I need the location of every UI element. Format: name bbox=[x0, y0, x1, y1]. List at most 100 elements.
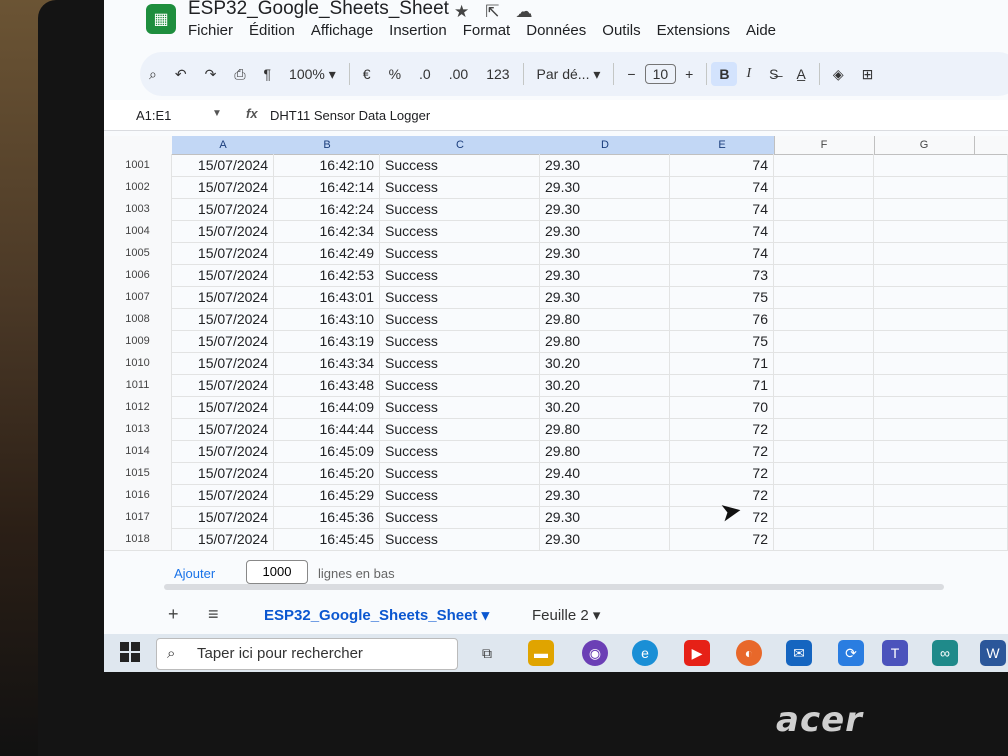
cell-status[interactable]: Success bbox=[380, 330, 540, 352]
cell-empty[interactable] bbox=[874, 176, 1008, 198]
column-header-a[interactable]: A bbox=[172, 136, 275, 154]
row-number[interactable]: 1008 bbox=[104, 308, 172, 330]
redo-icon[interactable]: ↷ bbox=[196, 66, 226, 83]
youtube-icon[interactable]: ▶ bbox=[684, 640, 710, 666]
cell-status[interactable]: Success bbox=[380, 374, 540, 396]
cell-humidity[interactable]: 76 bbox=[670, 308, 774, 330]
cell-status[interactable]: Success bbox=[380, 352, 540, 374]
cell-empty[interactable] bbox=[874, 330, 1008, 352]
menu-fichier[interactable]: Fichier bbox=[188, 22, 233, 39]
name-box[interactable]: A1:E1 bbox=[136, 108, 171, 123]
firefox-icon[interactable]: ◐ bbox=[736, 640, 762, 666]
cell-temperature[interactable]: 29.30 bbox=[540, 220, 670, 242]
zoom-select[interactable]: 100% ▾ bbox=[280, 66, 345, 83]
cell-empty[interactable] bbox=[874, 264, 1008, 286]
cell-date[interactable]: 15/07/2024 bbox=[172, 330, 274, 352]
menu-format[interactable]: Format bbox=[463, 22, 511, 39]
move-folder-icon[interactable]: ⇱ bbox=[485, 2, 499, 22]
font-size-decrease-button[interactable]: − bbox=[618, 66, 644, 82]
cell-time[interactable]: 16:42:14 bbox=[274, 176, 380, 198]
cell-empty[interactable] bbox=[874, 374, 1008, 396]
search-menus-icon[interactable]: ⌕ bbox=[140, 66, 166, 83]
row-number[interactable]: 1017 bbox=[104, 506, 172, 528]
cell-time[interactable]: 16:42:24 bbox=[274, 198, 380, 220]
tab-feuille-2[interactable]: Feuille 2 ▾ bbox=[532, 606, 600, 624]
chevron-down-icon[interactable]: ▼ bbox=[212, 108, 222, 119]
cell-humidity[interactable]: 71 bbox=[670, 352, 774, 374]
cell-status[interactable]: Success bbox=[380, 198, 540, 220]
cell-temperature[interactable]: 29.30 bbox=[540, 506, 670, 528]
row-number[interactable]: 1009 bbox=[104, 330, 172, 352]
cell-status[interactable]: Success bbox=[380, 440, 540, 462]
cell-temperature[interactable]: 29.80 bbox=[540, 330, 670, 352]
cell-status[interactable]: Success bbox=[380, 154, 540, 176]
cell-temperature[interactable]: 29.40 bbox=[540, 462, 670, 484]
row-number[interactable]: 1002 bbox=[104, 176, 172, 198]
percent-button[interactable]: % bbox=[380, 66, 410, 82]
cell-status[interactable]: Success bbox=[380, 396, 540, 418]
formula-input[interactable]: DHT11 Sensor Data Logger bbox=[270, 108, 430, 123]
cell-date[interactable]: 15/07/2024 bbox=[172, 308, 274, 330]
cell-date[interactable]: 15/07/2024 bbox=[172, 440, 274, 462]
cell-time[interactable]: 16:43:34 bbox=[274, 352, 380, 374]
cell-status[interactable]: Success bbox=[380, 176, 540, 198]
add-rows-count-input[interactable]: 1000 bbox=[246, 560, 308, 584]
row-number[interactable]: 1015 bbox=[104, 462, 172, 484]
cell-time[interactable]: 16:45:36 bbox=[274, 506, 380, 528]
cell-empty[interactable] bbox=[874, 506, 1008, 528]
cell-status[interactable]: Success bbox=[380, 462, 540, 484]
cell-status[interactable]: Success bbox=[380, 506, 540, 528]
cell-empty[interactable] bbox=[774, 286, 874, 308]
cell-date[interactable]: 15/07/2024 bbox=[172, 220, 274, 242]
cell-humidity[interactable]: 74 bbox=[670, 220, 774, 242]
cell-empty[interactable] bbox=[874, 462, 1008, 484]
cell-empty[interactable] bbox=[874, 484, 1008, 506]
cell-temperature[interactable]: 29.80 bbox=[540, 440, 670, 462]
cell-humidity[interactable]: 72 bbox=[670, 462, 774, 484]
horizontal-scrollbar[interactable] bbox=[164, 584, 944, 590]
cell-temperature[interactable]: 29.30 bbox=[540, 176, 670, 198]
cell-temperature[interactable]: 29.30 bbox=[540, 198, 670, 220]
cell-status[interactable]: Success bbox=[380, 418, 540, 440]
cell-date[interactable]: 15/07/2024 bbox=[172, 506, 274, 528]
all-sheets-icon[interactable]: ≡ bbox=[208, 604, 219, 625]
cell-temperature[interactable]: 29.30 bbox=[540, 528, 670, 550]
cell-empty[interactable] bbox=[874, 198, 1008, 220]
cell-empty[interactable] bbox=[774, 440, 874, 462]
cell-date[interactable]: 15/07/2024 bbox=[172, 198, 274, 220]
paint-format-icon[interactable]: ¶ bbox=[255, 66, 281, 82]
cell-date[interactable]: 15/07/2024 bbox=[172, 418, 274, 440]
font-size-input[interactable]: 10 bbox=[644, 64, 677, 84]
bold-button[interactable]: B bbox=[711, 62, 738, 86]
cell-date[interactable]: 15/07/2024 bbox=[172, 528, 274, 550]
cell-temperature[interactable]: 29.80 bbox=[540, 418, 670, 440]
cell-date[interactable]: 15/07/2024 bbox=[172, 374, 274, 396]
cell-time[interactable]: 16:42:10 bbox=[274, 154, 380, 176]
cell-time[interactable]: 16:43:48 bbox=[274, 374, 380, 396]
sync-app-icon[interactable]: ⟳ bbox=[838, 640, 864, 666]
cell-date[interactable]: 15/07/2024 bbox=[172, 396, 274, 418]
font-select[interactable]: Par dé... ▾ bbox=[528, 66, 610, 83]
cell-empty[interactable] bbox=[774, 396, 874, 418]
cell-time[interactable]: 16:43:01 bbox=[274, 286, 380, 308]
tab-esp32-sheet[interactable]: ESP32_Google_Sheets_Sheet ▾ bbox=[264, 606, 489, 624]
column-header-f[interactable]: F bbox=[774, 136, 875, 154]
cell-empty[interactable] bbox=[774, 462, 874, 484]
add-sheet-icon[interactable]: + bbox=[168, 604, 179, 625]
column-header-c[interactable]: C bbox=[380, 136, 541, 154]
row-number[interactable]: 1014 bbox=[104, 440, 172, 462]
cell-humidity[interactable]: 75 bbox=[670, 330, 774, 352]
cell-date[interactable]: 15/07/2024 bbox=[172, 286, 274, 308]
cell-temperature[interactable]: 29.80 bbox=[540, 308, 670, 330]
cell-temperature[interactable]: 30.20 bbox=[540, 374, 670, 396]
cell-time[interactable]: 16:45:29 bbox=[274, 484, 380, 506]
cell-empty[interactable] bbox=[774, 352, 874, 374]
cell-time[interactable]: 16:43:19 bbox=[274, 330, 380, 352]
row-number[interactable]: 1013 bbox=[104, 418, 172, 440]
cell-humidity[interactable]: 70 bbox=[670, 396, 774, 418]
cell-humidity[interactable]: 74 bbox=[670, 176, 774, 198]
cell-empty[interactable] bbox=[874, 440, 1008, 462]
cell-temperature[interactable]: 30.20 bbox=[540, 396, 670, 418]
cell-empty[interactable] bbox=[774, 154, 874, 176]
fill-color-icon[interactable]: ◈ bbox=[824, 66, 853, 83]
